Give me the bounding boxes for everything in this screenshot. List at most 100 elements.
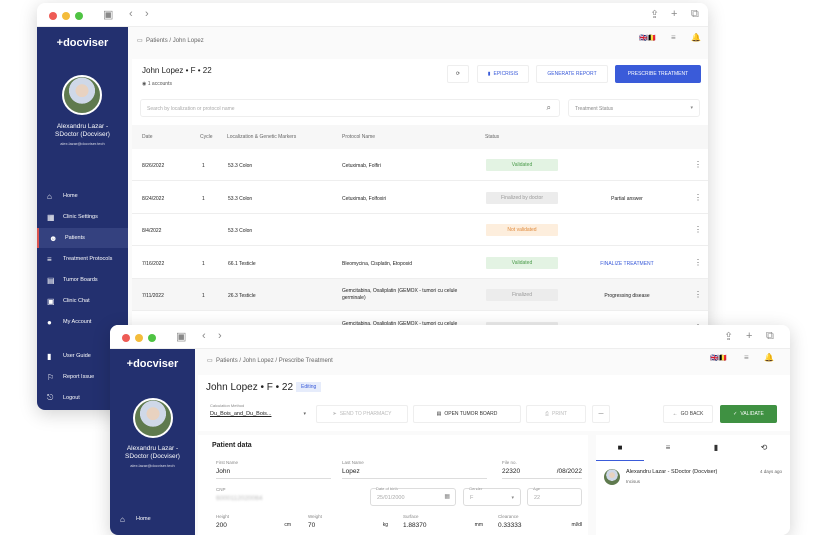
minimize-button[interactable] [135,334,143,342]
folder-icon: ▤ [436,411,442,417]
refresh-button[interactable]: ⟳ [447,65,469,83]
table-row[interactable]: 7/11/2022 1 26.3 Testicle Gemcitabina, O… [132,279,708,311]
cell-note: Progressing disease [604,293,650,299]
maximize-button[interactable] [148,334,156,342]
cell-protocol: Cetuximab, Folfiri [342,163,381,169]
flag-icon: ⚐ [47,372,55,382]
close-button[interactable] [122,334,130,342]
date-of-birth-field[interactable]: Date of birth 25/01/2000 ▦ [370,486,456,506]
breadcrumb-patients[interactable]: Patients [146,38,168,44]
status-badge: Not validated [486,224,558,236]
cell-localization: 66.1 Testicle [228,260,256,267]
send-to-pharmacy-button[interactable]: ➤ SEND TO PHARMACY [316,405,408,423]
title-bar: ▣ ‹ › ⇪ + ⧉ [37,3,708,27]
forward-icon[interactable]: › [145,8,149,20]
more-options-icon[interactable]: ⋮ [694,160,702,169]
more-options-icon[interactable]: ⋮ [694,193,702,202]
share-icon[interactable]: ⇪ [650,8,659,21]
table-row[interactable]: 8/24/2022 1 53.3 Colon Cetuximab, Folfox… [132,181,708,214]
weight-field[interactable]: Weight 70 kg [308,514,388,529]
menu-icon[interactable]: ≡ [671,33,676,42]
print-button[interactable]: ⎙ PRINT [526,405,586,423]
chevron-down-icon: ▾ [511,495,514,501]
clearance-field[interactable]: Clearance 0.33333 ml/dl [498,514,582,529]
maximize-button[interactable] [75,12,83,20]
chat-icon: ▣ [47,296,55,306]
calculation-method-select[interactable]: Calculation Method Du_Bois_and_Du_Bois..… [210,403,306,421]
book-icon: ▮ [47,351,52,361]
table-row[interactable]: 7/16/2022 1 66.1 Testicle Bleomycina, Ci… [132,246,708,279]
sidebar-item-home[interactable]: ⌂ Home [110,509,195,529]
sidebar-item-treatment-protocols[interactable]: ≡ Treatment Protocols [37,249,128,269]
last-name-field[interactable]: Last Name Lopez [342,460,487,479]
sidebar-toggle-icon[interactable]: ▣ [103,8,113,21]
finalize-treatment-link[interactable]: FINALIZE TREATMENT [572,261,682,267]
cell-protocol: Cetuximab, Folfoxiri [342,195,387,202]
table-row[interactable]: 8/26/2022 1 53.3 Colon Cetuximab, Folfir… [132,149,708,181]
tab-list-icon[interactable]: ≡ [644,443,692,452]
tabs-icon[interactable]: ⧉ [691,8,699,21]
menu-icon[interactable]: ≡ [744,353,749,362]
sidebar-toggle-icon[interactable]: ▣ [176,330,186,343]
share-icon[interactable]: ⇪ [724,330,733,343]
calendar-icon[interactable]: ▦ [444,493,450,500]
breadcrumb: ▭ Patients / John Lopez / Prescribe Trea… [207,358,333,364]
tab-document-icon[interactable]: ▮ [692,443,740,452]
home-icon: ⌂ [47,191,52,201]
forward-icon[interactable]: › [218,330,222,342]
arrow-left-icon: ← [672,411,678,417]
treatment-status-select[interactable]: Treatment Status ▾ [568,99,700,117]
open-tumor-board-button[interactable]: ▤ OPEN TUMOR BOARD [413,405,521,423]
search-input[interactable]: Search by localization or protocol name ⌕ [140,99,560,117]
cell-protocol: Gemcitabina, Oxaliplatin (GEMOX - tumori… [342,288,458,301]
height-field[interactable]: Height 200 cm [216,514,291,529]
patient-title: John Lopez • F • 22 [142,66,212,75]
status-badge: Validated [486,159,558,171]
sidebar-item-tumor-boards[interactable]: ▤ Tumor Boards [37,270,128,290]
more-options-icon[interactable]: ⋮ [694,258,702,267]
sidebar: +docviser Alexandru Lazar - SDoctor (Doc… [110,349,195,535]
sidebar-item-clinic-chat[interactable]: ▣ Clinic Chat [37,291,128,311]
first-name-field[interactable]: First Name John [216,460,331,479]
cell-date: 7/11/2022 [142,293,164,299]
more-options-icon[interactable]: ⋮ [694,290,702,299]
prescribe-treatment-button[interactable]: PRESCRIBE TREATMENT [615,65,701,83]
age-field[interactable]: Age 22 [527,486,582,506]
epicrisis-button[interactable]: ▮ EPICRISIS [477,65,529,83]
chevron-down-icon: ▾ [690,105,693,111]
gender-select[interactable]: Gender F ▾ [463,486,521,506]
tab-history-icon[interactable]: ⟲ [740,443,788,452]
go-back-button[interactable]: ← GO BACK [663,405,713,423]
avatar [133,398,173,438]
cnp-field[interactable]: CNP 6000112020064 [216,487,356,502]
language-flag-icon[interactable]: 🇬🇧🇧🇪 [710,354,727,362]
new-tab-icon[interactable]: + [746,330,752,342]
language-flag-icon[interactable]: 🇬🇧🇧🇪 [639,34,656,42]
user-email: alex.lazar@docviser.tech [130,463,175,468]
sidebar-item-home[interactable]: ⌂ Home [37,186,128,206]
tabs-icon[interactable]: ⧉ [766,330,774,343]
table-row[interactable]: 8/4/2022 53.3 Colon Not validated ⋮ [132,214,708,246]
avatar [62,75,102,115]
sidebar-item-clinic-settings[interactable]: ▦ Clinic Settings [37,207,128,227]
cell-cycle: 1 [202,293,205,299]
logo: +docviser [126,358,179,370]
minimize-button[interactable] [62,12,70,20]
more-options-icon[interactable]: ⋮ [694,225,702,234]
validate-button[interactable]: ✓ VALIDATE [720,405,777,423]
back-icon[interactable]: ‹ [129,8,133,20]
generate-report-button[interactable]: GENERATE REPORT [536,65,608,83]
notification-bell-icon[interactable]: 🔔 [691,33,701,42]
sidebar-item-patients[interactable]: ☻ Patients [37,228,128,248]
close-button[interactable] [49,12,57,20]
file-number-field[interactable]: File no. 22320/08/2022 [502,460,582,479]
surface-field[interactable]: Surface 1.88370 mm [403,514,483,529]
tab-comments[interactable]: ■ [596,435,644,461]
title-bar: ▣ ‹ › ⇪ + ⧉ [110,325,790,349]
new-tab-icon[interactable]: + [671,8,677,20]
notification-bell-icon[interactable]: 🔔 [764,353,774,362]
more-button[interactable]: — [592,405,610,423]
comment-time: 4 days ago [759,469,782,474]
back-icon[interactable]: ‹ [202,330,206,342]
cell-localization: 53.3 Colon [228,195,253,202]
